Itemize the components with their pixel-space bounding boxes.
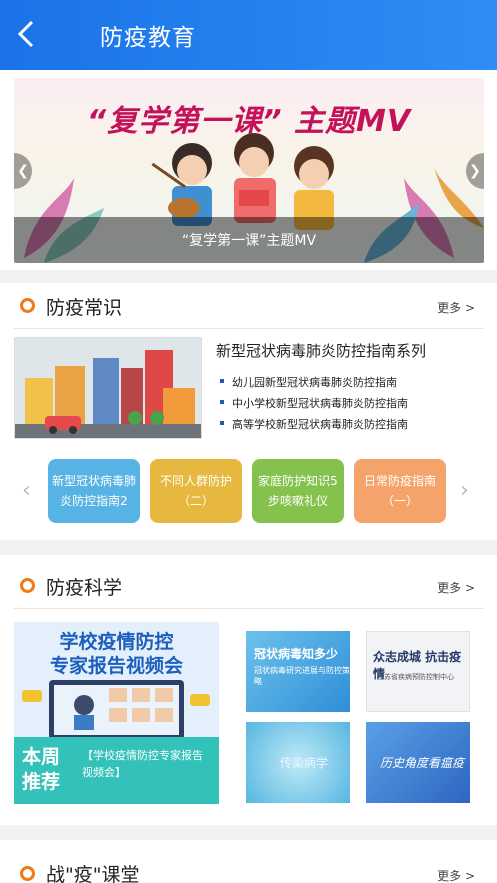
topic-pill[interactable]: 日常防疫指南（一） bbox=[354, 459, 446, 523]
section-title-science: 防疫科学 bbox=[46, 577, 123, 599]
featured-video-tag[interactable]: 本周 推荐 【学校疫情防控专家报告视频会】 bbox=[14, 737, 219, 804]
guide-series-title[interactable]: 新型冠状病毒肺炎防控指南系列 bbox=[216, 340, 426, 361]
featured-video-heading: 学校疫情防控 专家报告视频会 bbox=[49, 631, 183, 677]
back-button[interactable] bbox=[8, 14, 48, 54]
section-divider bbox=[14, 608, 484, 609]
guide-item[interactable]: 高等学校新型冠状病毒肺炎防控指南 bbox=[220, 416, 408, 432]
guide-item[interactable]: 中小学校新型冠状病毒肺炎防控指南 bbox=[220, 395, 408, 411]
science-video-thumb[interactable]: 传染病学 bbox=[246, 722, 350, 803]
pills-prev-icon[interactable]: ‹ bbox=[22, 478, 31, 503]
page-title: 防疫教育 bbox=[100, 25, 196, 51]
science-video-thumb[interactable]: 众志成城 抗击疫情 江苏省疾病预防控制中心 bbox=[366, 631, 470, 712]
knowledge-more-link[interactable]: 更多 > bbox=[437, 299, 475, 316]
section-title-knowledge: 防疫常识 bbox=[46, 297, 123, 319]
topic-pill[interactable]: 不同人群防护（二） bbox=[150, 459, 242, 523]
section-bullet-icon bbox=[20, 866, 35, 881]
section-title-classroom: 战"疫"课堂 bbox=[46, 864, 140, 883]
app-header: 防疫教育 bbox=[0, 0, 497, 70]
science-video-thumb[interactable]: 历史角度看瘟疫 bbox=[366, 722, 470, 803]
topic-pill[interactable]: 新型冠状病毒肺炎防控指南2 bbox=[48, 459, 140, 523]
science-more-link[interactable]: 更多 > bbox=[437, 579, 475, 596]
banner-heading: “复学第一课” 主题MV bbox=[86, 104, 412, 139]
guide-thumbnail[interactable] bbox=[14, 337, 202, 439]
topic-pill[interactable]: 家庭防护知识5步咳嗽礼仪 bbox=[252, 459, 344, 523]
city-illustration bbox=[15, 338, 201, 438]
classroom-more-link[interactable]: 更多 > bbox=[437, 867, 475, 883]
weekly-pick-label: 本周 推荐 bbox=[22, 746, 61, 793]
science-video-thumb[interactable]: 冠状病毒知多少 冠状病毒研究进展与防控策略 bbox=[246, 631, 350, 712]
section-bullet-icon bbox=[20, 298, 35, 313]
chevron-left-icon bbox=[17, 20, 34, 48]
section-divider bbox=[14, 328, 484, 329]
section-bullet-icon bbox=[20, 578, 35, 593]
banner-caption: “复学第一课”主题MV bbox=[181, 233, 317, 249]
guide-item[interactable]: 幼儿园新型冠状病毒肺炎防控指南 bbox=[220, 374, 397, 390]
banner-slide[interactable]: “复学第一课” 主题MV “复学第一课”主题MV ❮ ❯ bbox=[14, 78, 484, 263]
pills-next-icon[interactable]: › bbox=[460, 478, 469, 503]
featured-video-desc: 【学校疫情防控专家报告视频会】 bbox=[82, 749, 203, 779]
